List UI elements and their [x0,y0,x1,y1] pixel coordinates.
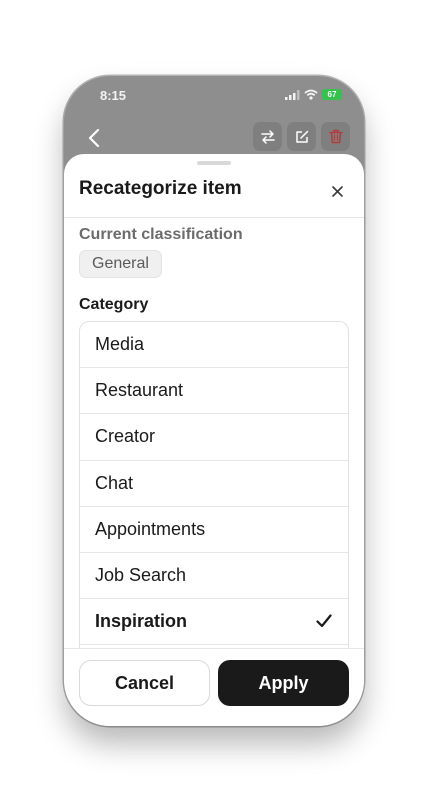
signal-icon [285,89,300,100]
back-button[interactable] [82,124,106,152]
sheet-grabber[interactable] [197,161,231,165]
current-classification-chip: General [79,250,162,278]
recategorize-sheet: Recategorize item Current classification… [64,154,364,726]
sheet-footer: Cancel Apply [64,648,364,726]
top-bar [64,120,364,156]
trash-icon [328,129,343,144]
battery-indicator: 67 [322,89,342,100]
top-actions [253,122,350,151]
category-option[interactable]: Job Search [80,553,348,600]
checkmark-icon [316,614,332,628]
category-option-label: Restaurant [95,380,184,401]
wifi-icon [304,89,318,100]
edit-icon [295,130,308,143]
status-icons: 67 [285,89,342,100]
cancel-button[interactable]: Cancel [79,660,210,706]
category-option-label: Inspiration [95,611,188,632]
chevron-left-icon [88,129,100,147]
category-option-label: Appointments [95,518,206,539]
swap-icon [260,129,275,144]
category-option-label: Job Search [95,565,187,586]
category-option[interactable]: Appointments [80,507,348,553]
close-icon [331,185,343,197]
close-button[interactable] [330,184,344,198]
apply-button[interactable]: Apply [218,660,349,706]
delete-button[interactable] [321,122,350,151]
category-option[interactable]: Creator [80,414,348,461]
category-option-label: Chat [95,472,134,493]
category-option-label: Creator [95,426,156,447]
sheet-title: Recategorize item [79,178,242,199]
header-divider [64,217,364,218]
current-classification-label: Current classification [79,226,243,243]
status-bar: 8:15 67 [64,76,364,116]
category-option[interactable]: Chat [80,461,348,507]
category-option-selected[interactable]: Inspiration [80,599,348,646]
category-option[interactable]: Media [80,322,348,369]
category-label: Category [79,296,149,313]
category-option-label: Media [95,334,145,355]
category-option[interactable]: Restaurant [80,368,348,415]
swap-button[interactable] [253,122,282,151]
phone-frame: 8:15 67 Recategorize item Current classi… [64,76,364,726]
edit-button[interactable] [287,122,316,151]
status-time: 8:15 [100,88,127,103]
